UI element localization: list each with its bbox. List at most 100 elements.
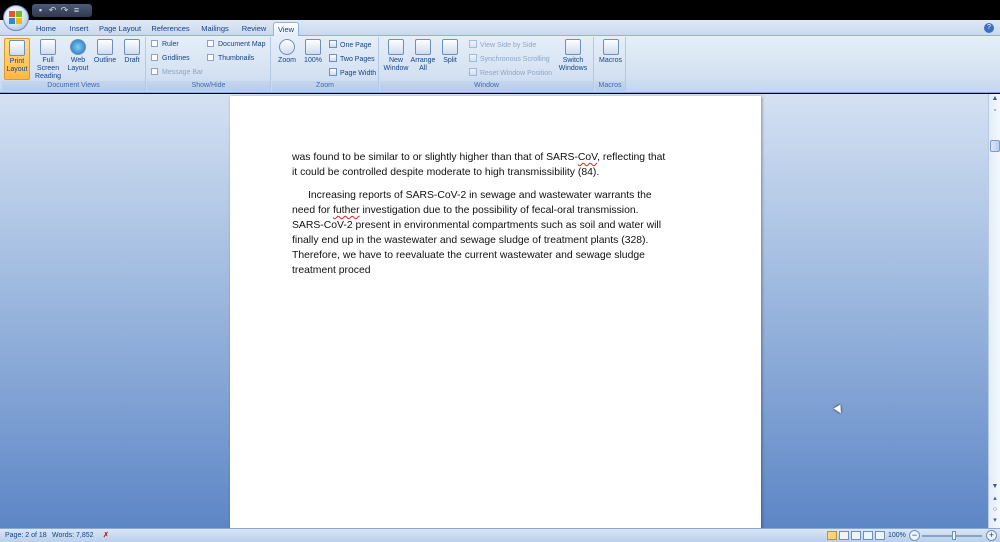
scroll-thumb[interactable] xyxy=(990,140,1000,152)
split-label: Split xyxy=(443,57,457,64)
tab-page-layout[interactable]: Page Layout xyxy=(97,22,143,36)
switch-windows-button[interactable]: Switch Windows xyxy=(555,38,591,80)
text-line: finally end up in the wastewater and sew… xyxy=(292,235,649,246)
mouse-cursor-icon xyxy=(833,404,845,416)
tab-insert[interactable]: Insert xyxy=(64,22,94,36)
zoom-in-icon[interactable]: + xyxy=(986,530,997,541)
zoom-button[interactable]: Zoom xyxy=(275,38,299,80)
zoom-out-icon[interactable]: − xyxy=(909,530,920,541)
select-browse-object-icon[interactable]: ○ xyxy=(990,505,1000,515)
tab-references[interactable]: References xyxy=(148,22,193,36)
reset-window-position-button[interactable]: Reset Window Position xyxy=(469,68,552,79)
view-side-by-side-button[interactable]: View Side by Side xyxy=(469,40,536,51)
undo-icon[interactable]: ↶ xyxy=(48,6,57,15)
message-bar-checkbox[interactable]: Message Bar xyxy=(151,68,203,78)
gridlines-checkbox[interactable]: Gridlines xyxy=(151,54,190,64)
status-bar: Page: 2 of 18 Words: 7,852 ✗ 100% − + xyxy=(0,528,1000,542)
scroll-up-icon[interactable]: ▲ xyxy=(990,94,1000,104)
vertical-scrollbar[interactable]: ▲ ▫ ▼ ▴ ○ ▾ xyxy=(988,94,1000,528)
full-screen-reading-button[interactable]: Full Screen Reading xyxy=(31,38,65,80)
page-indicator[interactable]: Page: 2 of 18 xyxy=(5,529,47,542)
quick-access-toolbar: ▪ ↶ ↷ ≡ xyxy=(32,4,92,17)
word-count[interactable]: Words: 7,852 xyxy=(52,529,94,542)
web-layout-label: Web Layout xyxy=(67,57,89,72)
two-pages-button[interactable]: Two Pages xyxy=(329,54,375,65)
group-document-views: Print Layout Full Screen Reading Web Lay… xyxy=(2,37,146,91)
document-views-label: Document Views xyxy=(2,81,145,91)
save-icon[interactable]: ▪ xyxy=(36,6,45,15)
arrange-all-button[interactable]: Arrange All xyxy=(410,38,436,80)
one-page-button[interactable]: One Page xyxy=(329,40,372,51)
new-window-button[interactable]: New Window xyxy=(383,38,409,80)
new-window-label: New Window xyxy=(383,57,409,72)
page-width-button[interactable]: Page Width xyxy=(329,68,376,79)
print-layout-view-icon[interactable] xyxy=(827,531,837,540)
macros-button[interactable]: Macros xyxy=(597,38,624,80)
web-layout-view-icon[interactable] xyxy=(851,531,861,540)
switch-windows-icon xyxy=(565,39,581,55)
new-window-icon xyxy=(388,39,404,55)
outline-view-icon[interactable] xyxy=(863,531,873,540)
document-workspace: was found to be similar to or slightly h… xyxy=(0,94,988,528)
ribbon-tabs: Home Insert Page Layout References Maili… xyxy=(0,20,1000,36)
tab-review[interactable]: Review xyxy=(238,22,270,36)
zoom-100-button[interactable]: 100% xyxy=(301,38,325,80)
zoom-slider-thumb[interactable] xyxy=(952,531,956,540)
group-macros: Macros Macros xyxy=(595,37,626,91)
document-map-check-icon xyxy=(207,40,214,47)
group-zoom: Zoom 100% One Page Two Pages Page Width … xyxy=(272,37,379,91)
proofing-icon[interactable]: ✗ xyxy=(103,529,109,542)
synchronous-scrolling-button[interactable]: Synchronous Scrolling xyxy=(469,54,550,65)
text-line: treatment proced xyxy=(292,265,371,276)
redo-icon[interactable]: ↷ xyxy=(60,6,69,15)
full-screen-view-icon[interactable] xyxy=(839,531,849,540)
page-100-icon xyxy=(305,39,321,55)
full-screen-reading-icon xyxy=(40,39,56,55)
scroll-down-icon[interactable]: ▼ xyxy=(990,482,1000,492)
office-logo-icon xyxy=(9,11,23,25)
two-pages-icon xyxy=(329,54,337,62)
reset-window-icon xyxy=(469,68,477,76)
view-side-by-side-label: View Side by Side xyxy=(480,42,537,49)
draft-view-icon[interactable] xyxy=(875,531,885,540)
ruler-checkbox[interactable]: Ruler xyxy=(151,40,179,50)
one-page-icon xyxy=(329,40,337,48)
draft-button[interactable]: Draft xyxy=(120,38,144,80)
document-page[interactable]: was found to be similar to or slightly h… xyxy=(230,96,761,528)
text-line: was found to be similar to or slightly h… xyxy=(292,152,666,163)
thumbnails-checkbox[interactable]: Thumbnails xyxy=(207,54,254,64)
help-icon[interactable]: ? xyxy=(984,23,994,33)
paragraph-2[interactable]: Increasing reports of SARS-CoV-2 in sewa… xyxy=(292,188,702,278)
zoom-100-label: 100% xyxy=(304,57,322,64)
next-page-icon[interactable]: ▾ xyxy=(990,516,1000,526)
document-map-checkbox[interactable]: Document Map xyxy=(207,40,265,50)
tab-mailings[interactable]: Mailings xyxy=(197,22,233,36)
ruler-toggle-icon[interactable]: ▫ xyxy=(990,106,1000,116)
magnifier-icon xyxy=(279,39,295,55)
macros-icon xyxy=(602,39,619,55)
outline-button[interactable]: Outline xyxy=(91,38,119,80)
web-layout-button[interactable]: Web Layout xyxy=(66,38,90,80)
thumbnails-label: Thumbnails xyxy=(218,55,255,62)
print-layout-button[interactable]: Print Layout xyxy=(4,38,30,80)
split-button[interactable]: Split xyxy=(438,38,462,80)
customize-qat-icon[interactable]: ≡ xyxy=(72,6,81,15)
previous-page-icon[interactable]: ▴ xyxy=(990,494,1000,504)
full-screen-reading-label: Full Screen Reading xyxy=(34,57,62,80)
arrange-all-icon xyxy=(415,39,431,55)
print-layout-label: Print Layout xyxy=(6,58,28,73)
two-pages-label: Two Pages xyxy=(340,56,375,63)
office-button[interactable] xyxy=(3,5,29,31)
macros-group-label: Macros xyxy=(595,81,625,91)
thumbnails-check-icon xyxy=(207,54,214,61)
ruler-label: Ruler xyxy=(162,41,179,48)
tab-home[interactable]: Home xyxy=(32,22,60,36)
paragraph-1[interactable]: was found to be similar to or slightly h… xyxy=(292,150,702,180)
ribbon: Print Layout Full Screen Reading Web Lay… xyxy=(0,36,1000,93)
zoom-level[interactable]: 100% xyxy=(888,529,906,542)
title-bar: ▪ ↶ ↷ ≡ xyxy=(0,0,1000,20)
arrange-all-label: Arrange All xyxy=(410,57,436,72)
window-group-label: Window xyxy=(380,81,593,91)
tab-view[interactable]: View xyxy=(273,22,299,36)
message-bar-check-icon xyxy=(151,68,158,75)
